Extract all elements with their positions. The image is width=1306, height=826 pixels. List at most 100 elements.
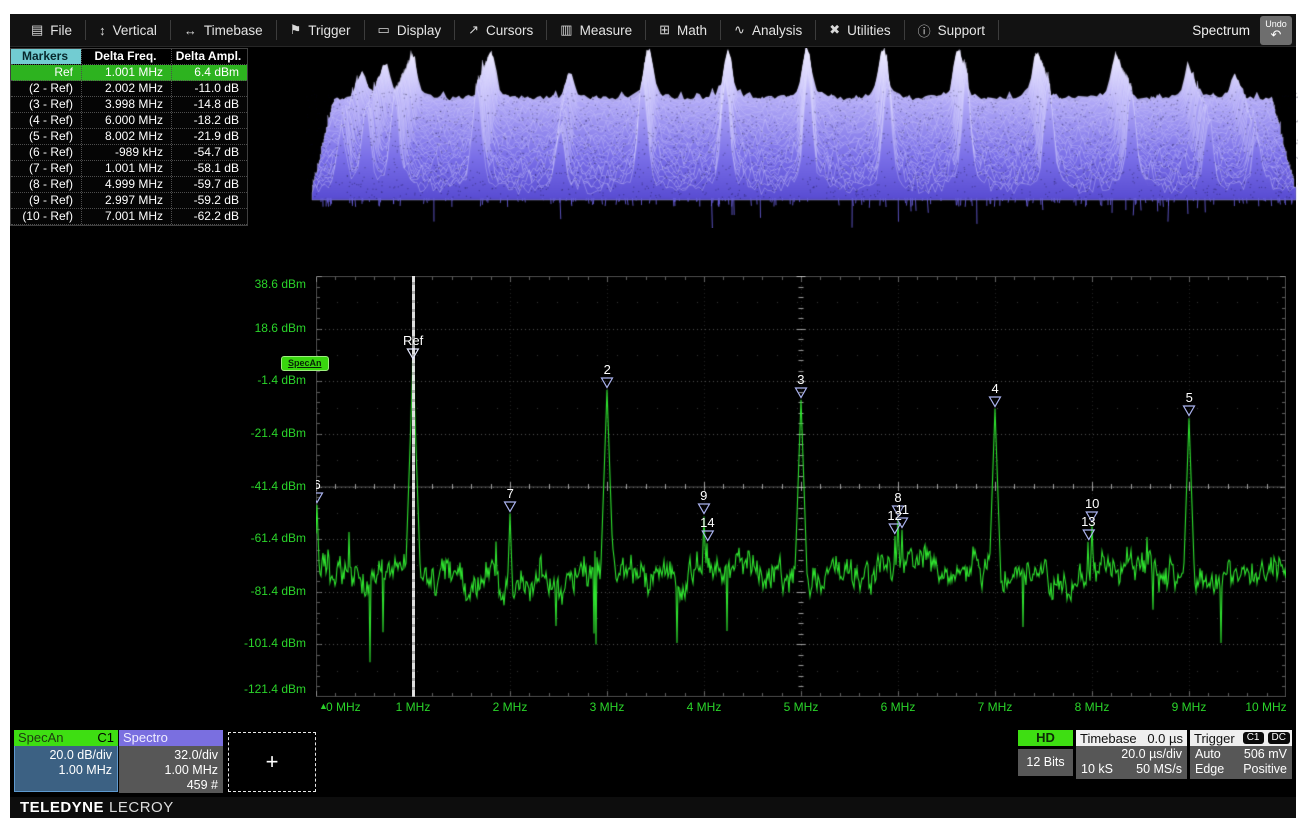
- menu-item-cursors[interactable]: ↗Cursors: [455, 14, 546, 46]
- spectro-scale: 32.0/div: [124, 748, 218, 763]
- timebase-offset: 0.0 µs: [1147, 731, 1183, 746]
- marker-row[interactable]: (4 - Ref)6.000 MHz-18.2 dB: [11, 113, 247, 129]
- undo-arrow-icon: ↶: [1271, 29, 1282, 40]
- x-tick-label: 2 MHz: [493, 700, 528, 714]
- reference-cursor[interactable]: [412, 276, 415, 697]
- marker-cell: 7.001 MHz: [81, 209, 171, 224]
- marker-cell: (2 - Ref): [11, 81, 81, 96]
- menu-item-display[interactable]: ▭Display: [365, 14, 455, 46]
- specan-descriptor[interactable]: SpecAn C1 20.0 dB/div 1.00 MHz: [14, 730, 118, 792]
- x-tick-label: 0 MHz: [326, 700, 361, 714]
- trigger-descriptor[interactable]: Trigger C1 DC Auto 506 mV Edge Positive: [1190, 730, 1292, 779]
- plus-icon: +: [266, 749, 279, 775]
- x-tick-label: 9 MHz: [1172, 700, 1207, 714]
- measure-icon: ▥: [560, 22, 572, 38]
- marker-cell: 3.998 MHz: [81, 97, 171, 112]
- trigger-kind: Edge: [1195, 762, 1224, 777]
- marker-row[interactable]: (5 - Ref)8.002 MHz-21.9 dB: [11, 129, 247, 145]
- spectro-descriptor[interactable]: Spectro 32.0/div 1.00 MHz 459 #: [119, 730, 223, 793]
- chart-icon: ∿: [734, 22, 745, 38]
- marker-row[interactable]: Ref1.001 MHz6.4 dBm: [11, 65, 247, 81]
- brand-footer: TELEDYNE LECROY: [10, 797, 1296, 818]
- marker-cell: 4.999 MHz: [81, 177, 171, 192]
- spectrogram-3d-view[interactable]: [306, 48, 1298, 228]
- marker-cell: (9 - Ref): [11, 193, 81, 208]
- marker-cell: 2.002 MHz: [81, 81, 171, 96]
- specan-title: SpecAn: [18, 730, 64, 746]
- marker-row[interactable]: (2 - Ref)2.002 MHz-11.0 dB: [11, 81, 247, 97]
- marker-row[interactable]: (9 - Ref)2.997 MHz-59.2 dB: [11, 193, 247, 209]
- marker-cell: -21.9 dB: [171, 129, 247, 144]
- markers-table-header: MarkersDelta Freq.Delta Ampl.: [11, 49, 247, 65]
- y-axis-labels: 38.6 dBm18.6 dBm-1.4 dBm-21.4 dBm-41.4 d…: [234, 276, 310, 697]
- marker-cell: 1.001 MHz: [81, 161, 171, 176]
- display-icon: ▭: [378, 22, 390, 38]
- y-tick-label: -41.4 dBm: [251, 479, 306, 493]
- spectro-span: 1.00 MHz: [124, 763, 218, 778]
- hd-descriptor[interactable]: HD 12 Bits: [1018, 730, 1073, 776]
- marker-cell: (8 - Ref): [11, 177, 81, 192]
- info-icon: ⓘ: [918, 21, 931, 40]
- trigger-source-badge: C1: [1243, 732, 1264, 744]
- marker-cell: 8.002 MHz: [81, 129, 171, 144]
- x-tick-label: 5 MHz: [784, 700, 819, 714]
- trigger-level: 506 mV: [1244, 747, 1287, 762]
- specan-span: 1.00 MHz: [20, 763, 112, 778]
- marker-row[interactable]: (7 - Ref)1.001 MHz-58.1 dB: [11, 161, 247, 177]
- spectro-title: Spectro: [123, 730, 168, 746]
- y-tick-label: 18.6 dBm: [255, 321, 306, 335]
- marker-cell: -58.1 dB: [171, 161, 247, 176]
- menu-item-trigger[interactable]: ⚑Trigger: [277, 14, 364, 46]
- marker-row[interactable]: (10 - Ref)7.001 MHz-62.2 dB: [11, 209, 247, 225]
- x-tick-label: 6 MHz: [881, 700, 916, 714]
- menu-item-measure[interactable]: ▥ Measure: [547, 14, 645, 46]
- y-tick-label: -81.4 dBm: [251, 584, 306, 598]
- marker-row[interactable]: (8 - Ref)4.999 MHz-59.7 dB: [11, 177, 247, 193]
- brand-bold: TELEDYNE: [20, 799, 104, 816]
- spectrum-canvas[interactable]: [316, 276, 1286, 697]
- menu-item-label: Vertical: [113, 23, 157, 38]
- v-arrows-icon: ↕: [99, 23, 106, 38]
- menu-item-vertical[interactable]: ↕ Vertical: [86, 14, 170, 46]
- marker-cell: (4 - Ref): [11, 113, 81, 128]
- marker-cell: 6.4 dBm: [171, 65, 247, 80]
- menu-item-support[interactable]: ⓘ Support: [905, 14, 998, 46]
- trace-badge[interactable]: SpecAn: [281, 356, 329, 371]
- trigger-title: Trigger: [1194, 731, 1235, 746]
- undo-button[interactable]: Undo ↶: [1260, 16, 1292, 45]
- x-tick-label: 3 MHz: [590, 700, 625, 714]
- marker-row[interactable]: (3 - Ref)3.998 MHz-14.8 dB: [11, 97, 247, 113]
- menu-item-analysis[interactable]: ∿Analysis: [721, 14, 815, 46]
- add-trace-button[interactable]: +: [228, 732, 316, 792]
- menu-item-label: Cursors: [486, 23, 533, 38]
- spectrum-plot[interactable]: Ref234567891011121314: [316, 276, 1286, 697]
- x-tick-label: 10 MHz: [1245, 700, 1286, 714]
- marker-row[interactable]: (6 - Ref)-989 kHz-54.7 dB: [11, 145, 247, 161]
- menu-item-timebase[interactable]: ↔Timebase: [171, 14, 276, 46]
- x-tick-label: 7 MHz: [978, 700, 1013, 714]
- menu-item-math[interactable]: ⊞Math: [646, 14, 720, 46]
- marker-cell: -59.2 dB: [171, 193, 247, 208]
- menu-item-label: Measure: [580, 23, 633, 38]
- marker-cell: -18.2 dB: [171, 113, 247, 128]
- menu-items: ▤File ↕ Vertical ↔Timebase⚑Trigger▭Display↗…: [10, 14, 999, 46]
- menu-item-file[interactable]: ▤File: [18, 14, 85, 46]
- timebase-scale: 20.0 µs/div: [1121, 747, 1182, 762]
- x-tick-label: 8 MHz: [1075, 700, 1110, 714]
- hd-bits: 12 Bits: [1018, 749, 1073, 776]
- column-header: Markers: [11, 49, 81, 64]
- trigger-slope: Positive: [1243, 762, 1287, 777]
- marker-cell: (10 - Ref): [11, 209, 81, 224]
- menu-bar: ▤File ↕ Vertical ↔Timebase⚑Trigger▭Display↗…: [10, 14, 1296, 47]
- menu-item-utilities[interactable]: ✖Utilities: [816, 14, 903, 46]
- marker-cell: -62.2 dB: [171, 209, 247, 224]
- menu-item-label: Support: [938, 23, 985, 38]
- timebase-descriptor[interactable]: Timebase 0.0 µs 20.0 µs/div 10 kS 50 MS/…: [1076, 730, 1187, 779]
- trigger-mode: Auto: [1195, 747, 1221, 762]
- marker-cell: (5 - Ref): [11, 129, 81, 144]
- specan-channel: C1: [97, 730, 114, 746]
- marker-cell: 6.000 MHz: [81, 113, 171, 128]
- marker-cell: -59.7 dB: [171, 177, 247, 192]
- marker-cell: -11.0 dB: [171, 81, 247, 96]
- menu-divider: [998, 20, 999, 40]
